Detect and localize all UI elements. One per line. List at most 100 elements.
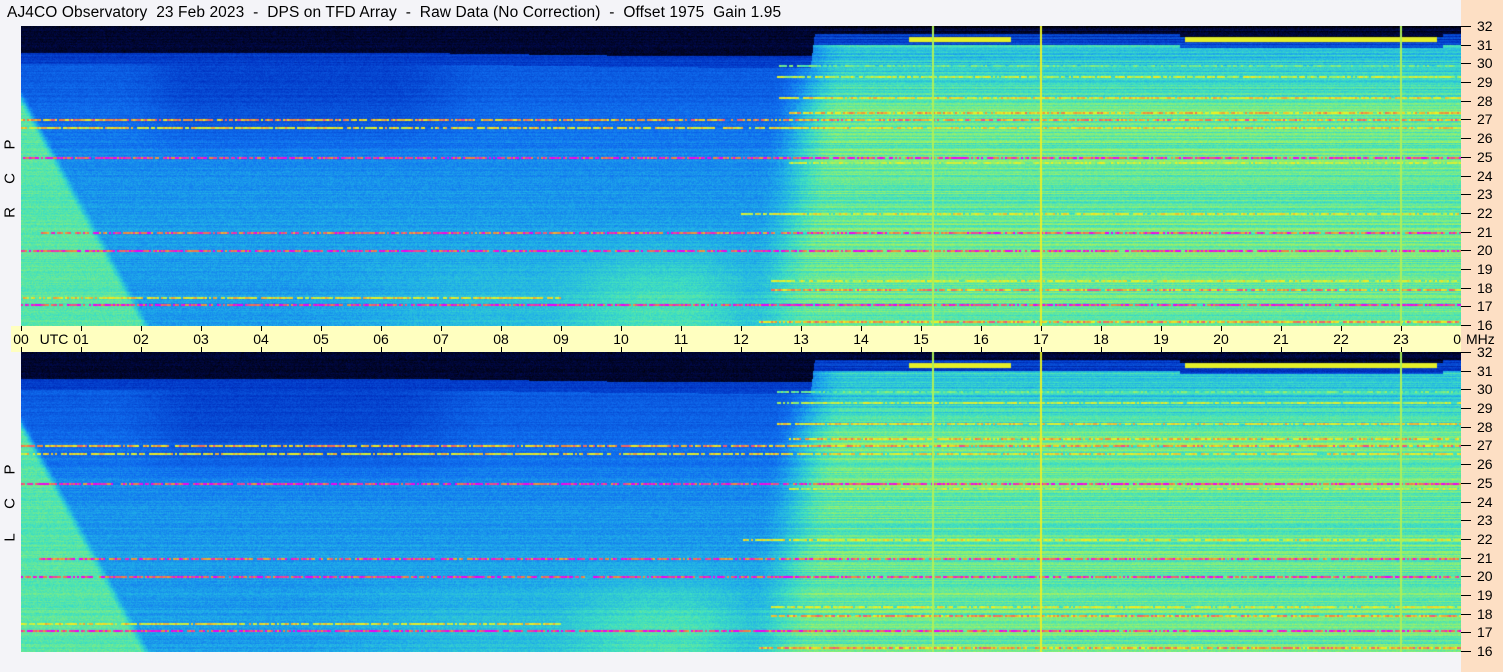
time-tick-label: 22 — [1333, 331, 1349, 347]
freq-tick-label: 29 — [1477, 74, 1493, 90]
freq-tick-label: 24 — [1477, 168, 1493, 184]
time-tick-label: 18 — [1093, 331, 1109, 347]
time-tick-label: 16 — [973, 331, 989, 347]
freq-tick-label: 22 — [1477, 531, 1493, 547]
freq-tick — [1461, 119, 1471, 120]
time-tick-label: 01 — [73, 331, 89, 347]
freq-tick-label: 19 — [1477, 587, 1493, 603]
freq-tick-label: 20 — [1477, 242, 1493, 258]
time-tick — [1161, 347, 1162, 352]
freq-tick — [1461, 445, 1471, 446]
time-tick — [1341, 347, 1342, 352]
time-tick — [381, 347, 382, 352]
time-tick — [1401, 347, 1402, 352]
time-tick-label: 08 — [493, 331, 509, 347]
time-tick — [21, 347, 22, 352]
freq-tick — [1461, 651, 1471, 652]
freq-tick-label: 17 — [1477, 624, 1493, 640]
freq-tick — [1461, 288, 1471, 289]
freq-tick-label: 22 — [1477, 205, 1493, 221]
mhz-unit-label: MHz — [1466, 331, 1495, 347]
freq-tick-label: 23 — [1477, 186, 1493, 202]
time-tick — [1101, 347, 1102, 352]
freq-tick-label: 28 — [1477, 419, 1493, 435]
time-tick-label: 13 — [793, 331, 809, 347]
freq-tick-label: 16 — [1477, 643, 1493, 659]
chart-title: AJ4CO Observatory 23 Feb 2023 - DPS on T… — [7, 4, 782, 21]
time-tick — [1221, 347, 1222, 352]
freq-tick — [1461, 325, 1471, 326]
freq-tick-label: 30 — [1477, 55, 1493, 71]
freq-tick — [1461, 576, 1471, 577]
lcp-letter: C — [1, 498, 19, 509]
time-tick — [81, 347, 82, 352]
freq-tick-label: 26 — [1477, 130, 1493, 146]
freq-tick — [1461, 520, 1471, 521]
time-tick-label: 03 — [193, 331, 209, 347]
freq-tick — [1461, 138, 1471, 139]
time-tick-label: 02 — [133, 331, 149, 347]
time-tick — [261, 347, 262, 352]
freq-tick — [1461, 502, 1471, 503]
time-tick — [801, 347, 802, 352]
freq-tick — [1461, 595, 1471, 596]
time-tick-label: 19 — [1153, 331, 1169, 347]
lcp-letter: L — [1, 533, 19, 542]
lcp-letter: P — [1, 464, 19, 475]
time-tick — [141, 347, 142, 352]
time-tick-label: 10 — [613, 331, 629, 347]
time-tick-label: 04 — [253, 331, 269, 347]
time-tick — [321, 347, 322, 352]
time-tick-label: 11 — [673, 331, 689, 347]
freq-tick — [1461, 45, 1471, 46]
freq-tick — [1461, 306, 1471, 307]
rcp-letter: P — [1, 139, 19, 150]
time-tick — [921, 347, 922, 352]
freq-tick — [1461, 82, 1471, 83]
freq-tick-label: 26 — [1477, 456, 1493, 472]
freq-tick — [1461, 63, 1471, 64]
lcp-spectrogram — [21, 352, 1461, 652]
freq-tick — [1461, 213, 1471, 214]
freq-tick — [1461, 389, 1471, 390]
freq-tick-label: 27 — [1477, 437, 1493, 453]
time-axis: 00 01 02 03 04 05 06 07 08 09 10 11 12 13 14 15 16 17 18 19… — [11, 326, 1469, 352]
freq-tick — [1461, 176, 1471, 177]
freq-tick-label: 31 — [1477, 363, 1493, 379]
rcp-panel-label: P C R — [1, 130, 19, 230]
freq-tick-label: 24 — [1477, 494, 1493, 510]
freq-tick-label: 19 — [1477, 261, 1493, 277]
time-tick-label: 07 — [433, 331, 449, 347]
time-tick-label: 00 — [13, 331, 29, 347]
freq-tick — [1461, 269, 1471, 270]
time-tick — [561, 347, 562, 352]
freq-tick-label: 29 — [1477, 400, 1493, 416]
time-tick — [621, 347, 622, 352]
freq-tick — [1461, 194, 1471, 195]
freq-tick-label: 18 — [1477, 280, 1493, 296]
freq-tick — [1461, 483, 1471, 484]
freq-tick — [1461, 26, 1471, 27]
time-tick — [981, 347, 982, 352]
time-tick — [861, 347, 862, 352]
rcp-spectrogram — [21, 26, 1461, 326]
freq-tick-label: 32 — [1477, 18, 1493, 34]
time-tick-label: 23 — [1393, 331, 1409, 347]
freq-tick — [1461, 352, 1471, 353]
time-tick-label: 05 — [313, 331, 329, 347]
time-tick — [681, 347, 682, 352]
rcp-heatmap — [21, 26, 1461, 326]
time-tick-label: 17 — [1033, 331, 1049, 347]
freq-tick — [1461, 427, 1471, 428]
freq-tick-label: 18 — [1477, 606, 1493, 622]
freq-tick-label: 21 — [1477, 550, 1493, 566]
freq-tick-label: 25 — [1477, 475, 1493, 491]
time-tick — [441, 347, 442, 352]
freq-tick-label: 25 — [1477, 149, 1493, 165]
time-tick — [1041, 347, 1042, 352]
freq-tick-label: 27 — [1477, 111, 1493, 127]
freq-tick-label: 20 — [1477, 568, 1493, 584]
freq-tick — [1461, 232, 1471, 233]
time-tick-label: 09 — [553, 331, 569, 347]
rcp-letter: C — [1, 173, 19, 184]
